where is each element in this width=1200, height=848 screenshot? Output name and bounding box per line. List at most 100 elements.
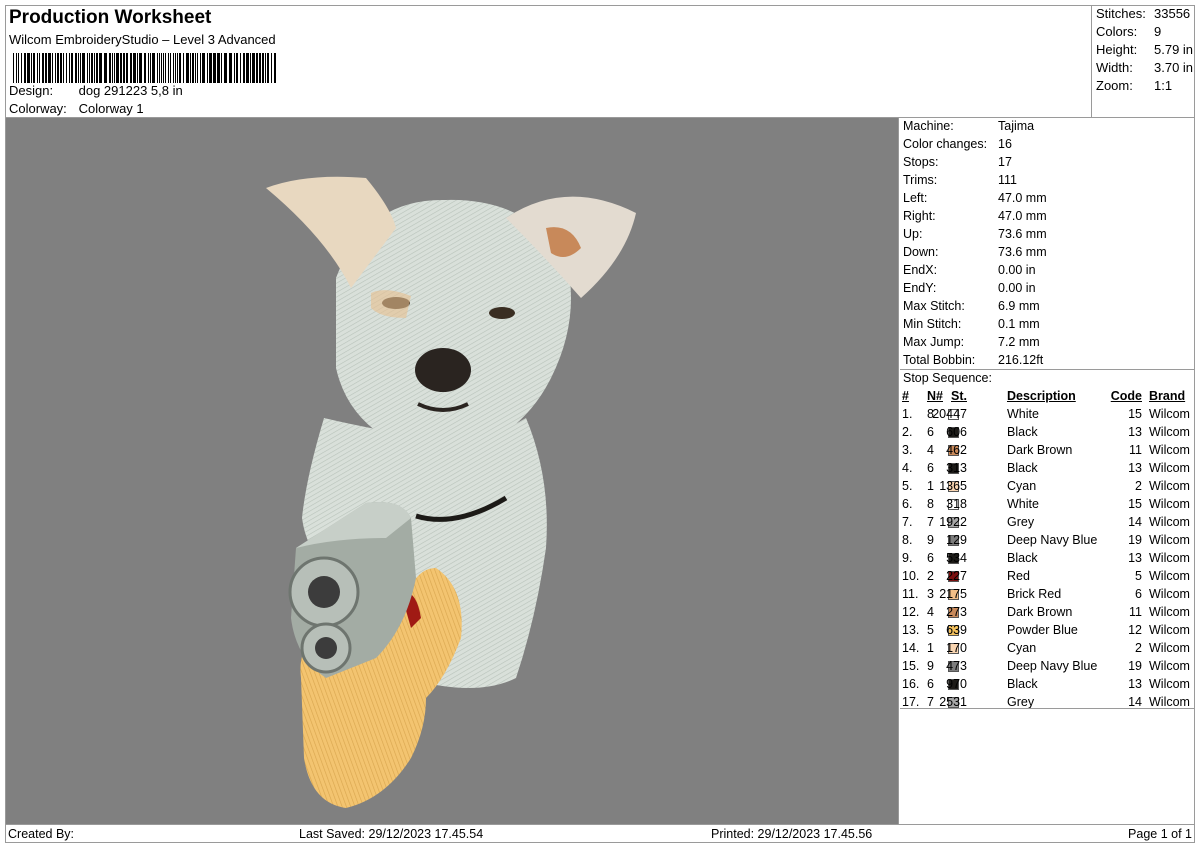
row-brand: Wilcom [1149, 587, 1190, 601]
barcode-bar [183, 53, 184, 83]
barcode-bar [221, 53, 222, 83]
row-index: 4. [902, 461, 913, 475]
barcode-bar [186, 53, 189, 83]
col-code: Code [1110, 389, 1142, 403]
row-index: 16. [902, 677, 920, 691]
row-stitches: 1365 [939, 479, 967, 493]
info-label: Stops: [903, 155, 939, 169]
stat-colors: Colors: 9 [1096, 24, 1162, 39]
barcode-bar [42, 53, 44, 83]
info-label: Color changes: [903, 137, 988, 151]
worksheet-header: Production Worksheet Wilcom EmbroiderySt… [5, 5, 1091, 117]
barcode-bar [209, 53, 212, 83]
design-value: dog 291223 5,8 in [78, 83, 183, 98]
row-needle: 6 [927, 461, 934, 475]
machine-info-row: Max Jump: 7.2 mm [903, 335, 1040, 349]
machine-info-row: Trims: 111 [903, 173, 1017, 187]
stat-width: Width: 3.70 in [1096, 60, 1194, 75]
barcode-bar [179, 53, 181, 83]
row-brand: Wilcom [1149, 407, 1190, 421]
barcode-bar [112, 53, 113, 83]
barcode-bar [18, 53, 19, 83]
row-brand: Wilcom [1149, 425, 1190, 439]
barcode-bar [87, 53, 88, 83]
row-index: 5. [902, 479, 913, 493]
barcode-bar [89, 53, 90, 83]
row-index: 11. [902, 587, 919, 601]
row-index: 13. [902, 623, 920, 637]
barcode-bar [99, 53, 102, 83]
info-value: 7.2 mm [998, 335, 1040, 349]
barcode-bar [170, 53, 171, 83]
barcode-bar [175, 53, 176, 83]
row-code: 11 [1129, 443, 1142, 457]
row-index: 17. [902, 695, 920, 709]
row-description: Brick Red [1007, 587, 1062, 601]
table-row: 2. 6 606 Black 13 Wilcom [900, 424, 1195, 442]
info-value: 73.6 mm [998, 227, 1047, 241]
row-needle: 6 [927, 425, 934, 439]
barcode-bar [78, 53, 79, 83]
table-row: 15. 9 473 Deep Navy Blue 19 Wilcom [900, 658, 1195, 676]
barcode-bar [69, 53, 70, 83]
row-brand: Wilcom [1149, 533, 1190, 547]
row-brand: Wilcom [1149, 461, 1190, 475]
barcode-bar [157, 53, 158, 83]
design-preview [6, 118, 899, 824]
row-index: 14. [902, 641, 920, 655]
row-brand: Wilcom [1149, 551, 1190, 565]
worksheet-footer: Created By: Last Saved: 29/12/2023 17.45… [5, 824, 1195, 843]
row-brand: Wilcom [1149, 479, 1190, 493]
barcode-bar [274, 53, 276, 83]
barcode-bar [234, 53, 235, 83]
row-stitches: 473 [946, 659, 967, 673]
table-row: 5. 1 1365 Cyan 2 Wilcom [900, 478, 1195, 496]
col-brand: Brand [1149, 389, 1186, 403]
colorway-label: Colorway: [9, 101, 67, 116]
info-value: 0.1 mm [998, 317, 1040, 331]
machine-info-row: Machine: Tajima [903, 119, 1034, 133]
row-brand: Wilcom [1149, 695, 1190, 709]
info-value: 47.0 mm [998, 191, 1047, 205]
row-description: Grey [1007, 695, 1035, 709]
barcode-bar [200, 53, 201, 83]
row-description: Grey [1007, 515, 1035, 529]
stat-stitches: Stitches: 33556 [1096, 6, 1191, 21]
machine-info-row: Left: 47.0 mm [903, 191, 1047, 205]
table-row: 1. 8 20447 White 15 Wilcom [900, 406, 1195, 424]
barcode-bar [116, 53, 119, 83]
table-row: 12. 4 273 Dark Brown 11 Wilcom [900, 604, 1195, 622]
row-index: 15. [902, 659, 920, 673]
info-value: 0.00 in [998, 263, 1036, 277]
barcode-bar [163, 53, 164, 83]
barcode-bar [82, 53, 85, 83]
row-stitches: 534 [946, 551, 967, 565]
barcode-bar [114, 53, 115, 83]
row-code: 15 [1128, 407, 1142, 421]
row-description: Black [1007, 551, 1038, 565]
barcode-bar [173, 53, 174, 83]
machine-info-row: Total Bobbin: 216.12ft [903, 353, 1043, 367]
stop-sequence-title: Stop Sequence: [903, 371, 992, 385]
barcode-bar [16, 53, 17, 83]
barcode-bar [104, 53, 107, 83]
row-description: White [1007, 407, 1039, 421]
barcode-bar [137, 53, 138, 83]
row-index: 3. [902, 443, 913, 457]
barcode-bar [39, 53, 40, 83]
row-needle: 1 [927, 641, 934, 655]
stat-height: Height: 5.79 in [1096, 42, 1194, 57]
info-value: 17 [998, 155, 1012, 169]
table-row: 6. 8 318 White 15 Wilcom [900, 496, 1195, 514]
barcode-bar [52, 53, 53, 83]
row-stitches: 227 [946, 569, 967, 583]
barcode-bar [246, 53, 249, 83]
colorway-value: Colorway 1 [78, 101, 144, 116]
row-index: 10. [902, 569, 920, 583]
row-description: Deep Navy Blue [1007, 533, 1098, 547]
row-description: Black [1007, 677, 1038, 691]
row-needle: 4 [927, 443, 934, 457]
dog-eye-right [489, 307, 515, 319]
barcode-bar [37, 53, 38, 83]
row-index: 1. [902, 407, 913, 421]
